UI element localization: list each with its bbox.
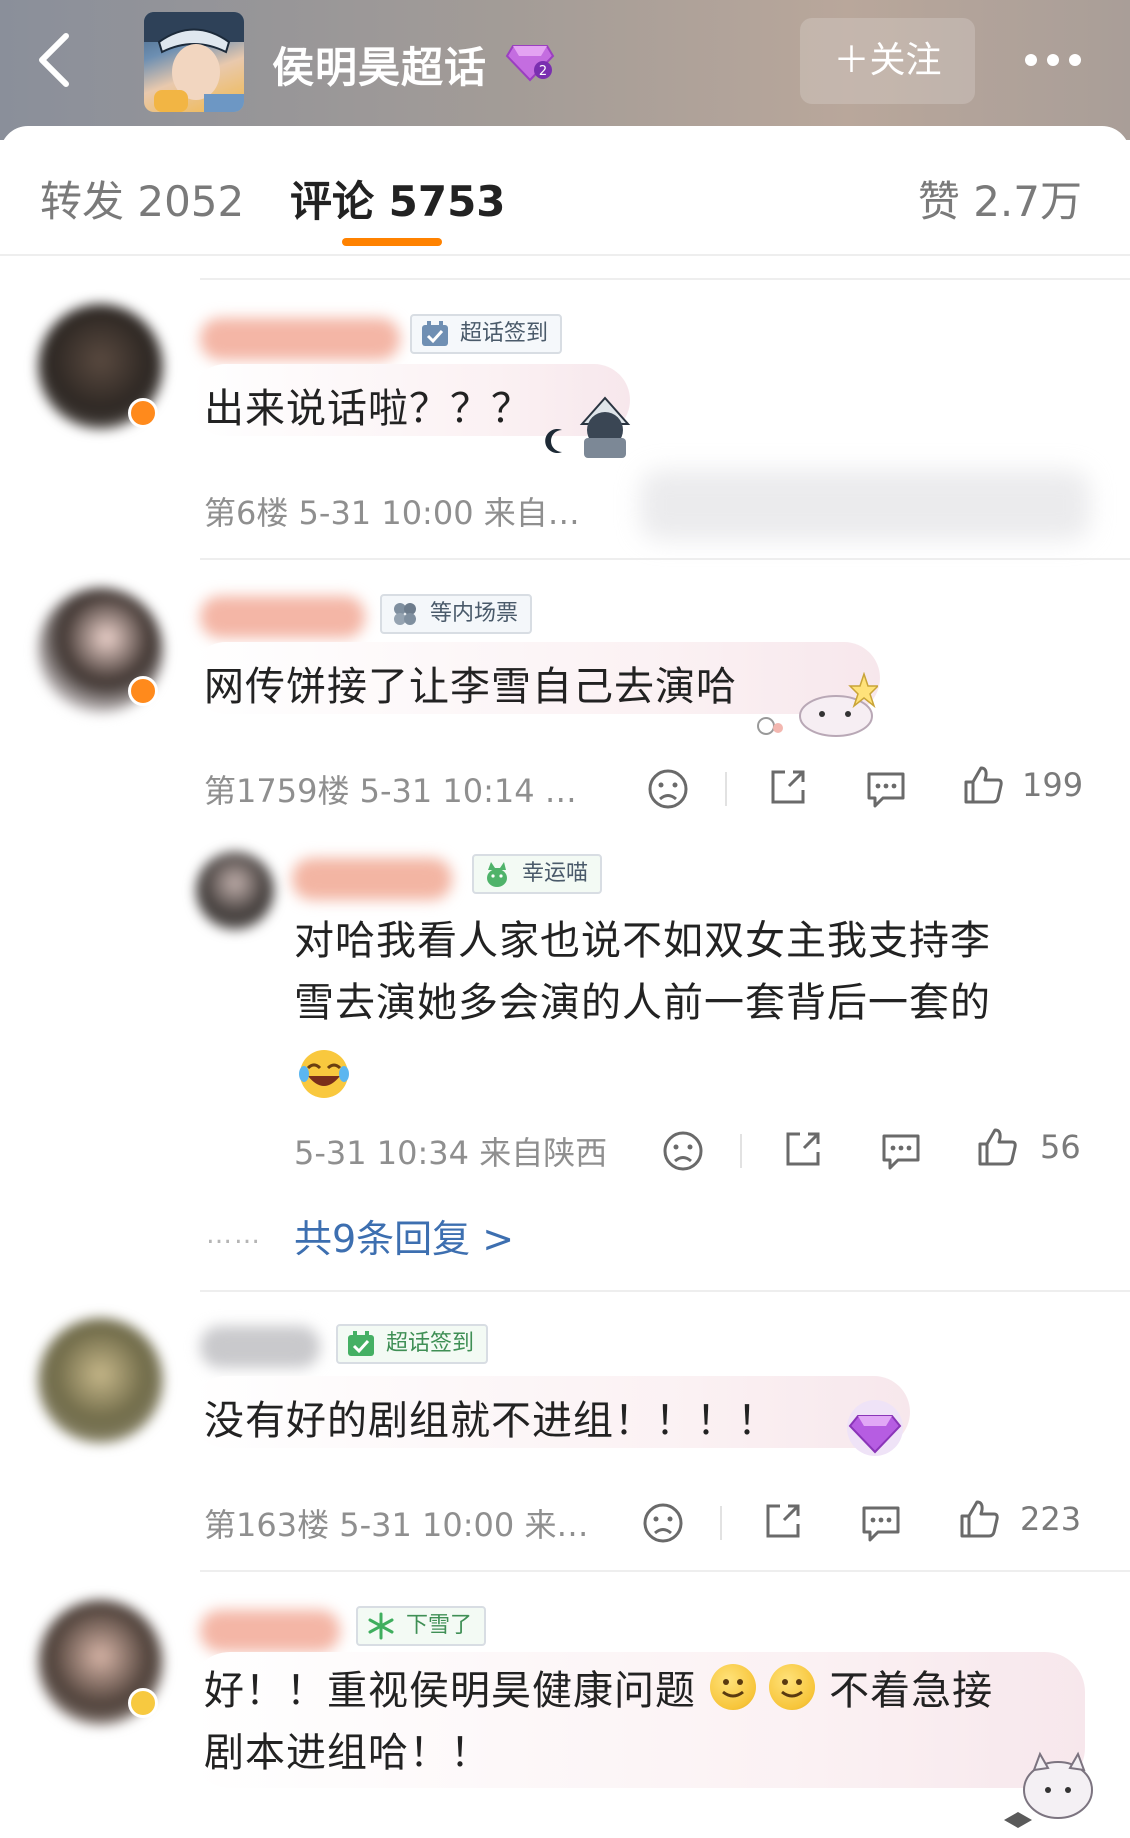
comment-tab-bar: 转发 2052 评论 5753 赞 2.7万 <box>0 126 1130 256</box>
user-badge[interactable]: 幸运喵 <box>472 854 603 894</box>
topic-avatar[interactable] <box>144 12 244 112</box>
username-blurred[interactable] <box>200 1326 320 1368</box>
clover-icon <box>394 603 416 625</box>
comment-text: 出来说话啦？？？ <box>204 386 532 432</box>
tab-like[interactable]: 赞 2.7万 <box>918 168 1082 229</box>
like-count: 199 <box>1022 766 1084 804</box>
purple-diamond-sticker <box>847 1400 903 1456</box>
comment-text: 没有好的剧组就不进组！！！！ <box>204 1398 778 1444</box>
divider <box>200 1290 1130 1292</box>
view-more-replies-link[interactable]: 共9条回复 > <box>294 1208 514 1263</box>
comment-meta: 第163楼 5-31 10:00 来… <box>204 1506 589 1544</box>
avatar[interactable] <box>38 1318 163 1443</box>
share-icon[interactable] <box>762 1500 804 1542</box>
tab-comment[interactable]: 评论 5753 <box>290 168 506 229</box>
reply-text-line: 雪去演她多会演的人前一套背后一套的 <box>294 980 991 1026</box>
more-dot <box>1069 54 1081 66</box>
checkin-calendar-icon <box>348 1331 374 1356</box>
action-separator <box>720 1506 722 1540</box>
comment-meta: 第1759楼 5-31 10:14 … <box>204 772 577 810</box>
dislike-face-icon[interactable] <box>662 1130 704 1172</box>
like-count: 223 <box>1020 1500 1082 1538</box>
share-icon[interactable] <box>782 1128 824 1170</box>
avatar-illustration <box>144 12 244 112</box>
comment-icon[interactable] <box>860 1502 902 1544</box>
username-blurred[interactable] <box>292 858 452 900</box>
comment-text: 好！！重视侯明昊健康问题 不着急接 剧本进组哈！！ <box>204 1660 1074 1784</box>
user-badge-label: 超话签到 <box>460 321 549 346</box>
reply-avatar[interactable] <box>196 852 274 930</box>
dislike-face-icon[interactable] <box>642 1502 684 1544</box>
user-badge[interactable]: 超话签到 <box>410 314 563 354</box>
thumbs-up-icon[interactable] <box>962 764 1004 806</box>
user-badge-label: 幸运喵 <box>522 861 589 886</box>
share-icon[interactable] <box>767 766 809 808</box>
svg-text:2: 2 <box>539 64 547 79</box>
chevron-left-icon <box>39 33 69 87</box>
active-tab-indicator <box>342 238 442 246</box>
comment-meta: 第6楼 5-31 10:00 来自… <box>204 494 580 532</box>
username-blurred[interactable] <box>200 596 365 638</box>
replies-leader: …… <box>206 1220 262 1250</box>
moon-icon <box>540 400 570 456</box>
smile-emoji-icon <box>769 1664 816 1710</box>
action-separator <box>725 772 727 806</box>
diamond-level-icon: 2 <box>505 38 555 84</box>
divider <box>200 278 1130 280</box>
like-count: 56 <box>1040 1128 1081 1166</box>
more-options-button[interactable] <box>1020 40 1095 80</box>
lucky-cat-icon <box>487 862 507 887</box>
blurred-region <box>640 470 1090 540</box>
thumbs-up-icon[interactable] <box>976 1126 1018 1168</box>
cat-bow-sticker <box>1004 1751 1093 1828</box>
thumbs-up-icon[interactable] <box>958 1498 1000 1540</box>
back-button[interactable] <box>30 28 80 92</box>
comment-icon[interactable] <box>865 768 907 810</box>
username-blurred[interactable] <box>200 1610 340 1652</box>
page-title: 侯明昊超话 <box>272 43 488 92</box>
user-badge-label: 下雪了 <box>406 1613 473 1638</box>
cute-bunny-sticker <box>748 671 880 742</box>
comment-text-segment: 好！！重视侯明昊健康问题 <box>204 1668 696 1714</box>
laugh-cry-emoji-icon <box>299 1050 349 1098</box>
verified-badge <box>128 398 158 428</box>
snowflake-icon <box>368 1612 394 1640</box>
user-badge-label: 等内场票 <box>430 601 519 626</box>
divider <box>200 1570 1130 1572</box>
comment-text-line: 剧本进组哈！！ <box>204 1730 491 1776</box>
username-blurred[interactable] <box>200 318 400 360</box>
user-badge[interactable]: 下雪了 <box>356 1606 487 1646</box>
more-dot <box>1047 54 1059 66</box>
anime-character-sticker <box>570 394 640 460</box>
divider <box>200 558 1130 560</box>
follow-button[interactable]: ＋关注 <box>800 18 975 104</box>
more-dots-icon <box>1025 54 1037 66</box>
comment-text-segment: 不着急接 <box>829 1668 994 1714</box>
tab-repost[interactable]: 转发 2052 <box>40 168 244 229</box>
user-badge[interactable]: 超话签到 <box>336 1324 489 1364</box>
verified-badge <box>128 676 158 706</box>
dislike-face-icon[interactable] <box>647 768 689 810</box>
reply-meta: 5-31 10:34 来自陕西 <box>294 1134 608 1172</box>
comment-text-line: 好！！重视侯明昊健康问题 不着急接 <box>204 1660 1074 1722</box>
reply-text-line: 对哈我看人家也说不如双女主我支持李 <box>294 918 991 964</box>
comment-icon[interactable] <box>880 1130 922 1172</box>
smile-emoji-icon <box>709 1664 756 1710</box>
verified-badge <box>128 1688 158 1718</box>
user-badge[interactable]: 等内场票 <box>380 594 533 634</box>
comment-text: 网传饼接了让李雪自己去演哈 <box>204 664 737 710</box>
reply-text: 对哈我看人家也说不如双女主我支持李 雪去演她多会演的人前一套背后一套的 <box>294 910 1094 1034</box>
topic-header: 侯明昊超话 2 ＋关注 <box>0 0 1130 140</box>
user-badge-label: 超话签到 <box>386 1331 475 1356</box>
action-separator <box>740 1134 742 1168</box>
checkin-calendar-icon <box>422 321 448 346</box>
